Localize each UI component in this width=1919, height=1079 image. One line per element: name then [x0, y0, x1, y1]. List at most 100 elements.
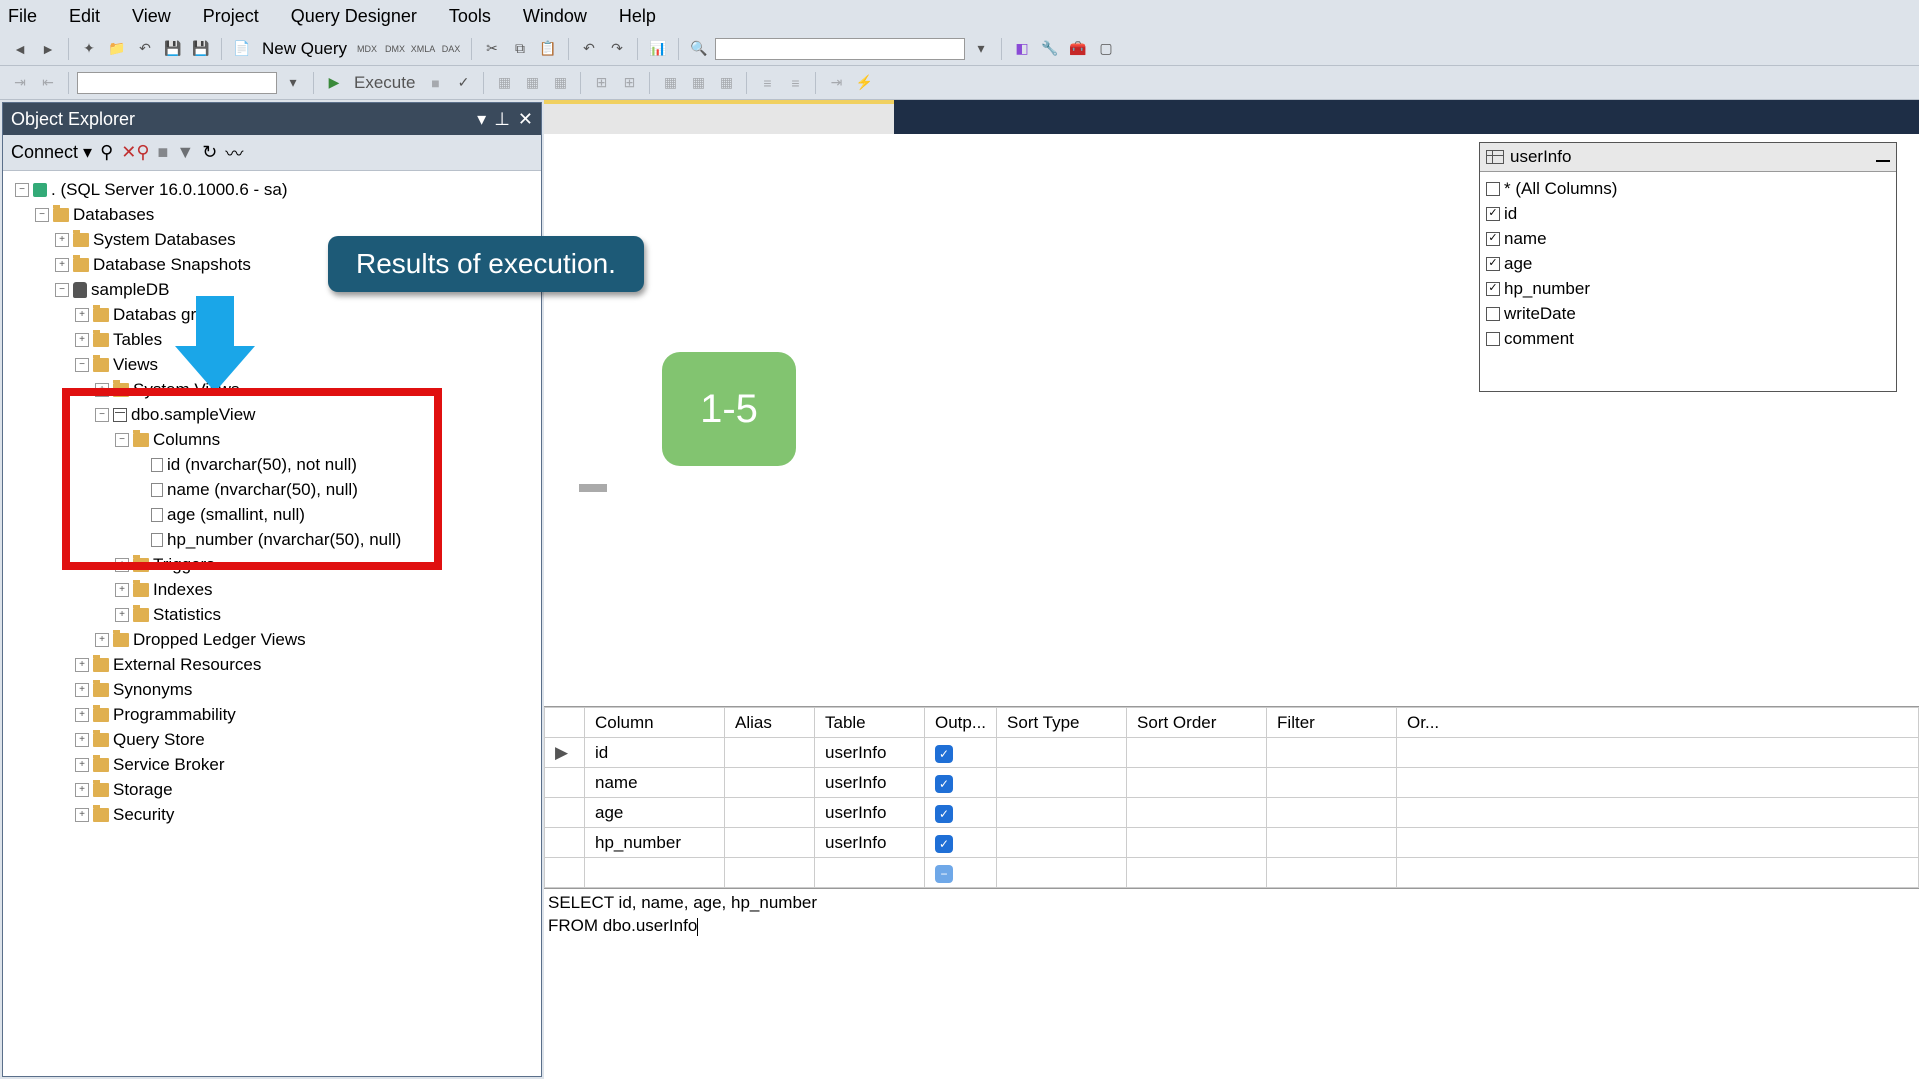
undo2-icon[interactable]: ↶	[577, 37, 601, 61]
col-hp-node[interactable]: hp_number (nvarchar(50), null)	[167, 527, 401, 552]
window-icon[interactable]: ▢	[1094, 37, 1118, 61]
refresh-icon[interactable]: ↻	[202, 142, 217, 163]
checkbox-comment[interactable]	[1486, 332, 1500, 346]
chart-icon[interactable]: 📊	[646, 37, 670, 61]
collapse-icon[interactable]: −	[95, 408, 109, 422]
tables-node[interactable]: Tables	[113, 327, 162, 352]
parse-icon[interactable]: ✓	[451, 71, 475, 95]
databases-node[interactable]: Databases	[73, 202, 154, 227]
find-icon[interactable]: 🔍	[687, 37, 711, 61]
expand-icon[interactable]: +	[75, 658, 89, 672]
header-alias[interactable]: Alias	[725, 708, 815, 738]
col-name-node[interactable]: name (nvarchar(50), null)	[167, 477, 358, 502]
output-checkbox[interactable]: ✓	[935, 835, 953, 853]
collapse-icon[interactable]: −	[75, 358, 89, 372]
output-checkbox[interactable]: ✓	[935, 805, 953, 823]
object-tree[interactable]: −. (SQL Server 16.0.1000.6 - sa) −Databa…	[3, 171, 541, 1076]
views-node[interactable]: Views	[113, 352, 158, 377]
header-sort-order[interactable]: Sort Order	[1127, 708, 1267, 738]
pin-icon[interactable]: ⊥	[494, 109, 510, 130]
synonyms-node[interactable]: Synonyms	[113, 677, 192, 702]
indexes-node[interactable]: Indexes	[153, 577, 213, 602]
col-id[interactable]: id	[1504, 201, 1517, 226]
cut-icon[interactable]: ✂	[480, 37, 504, 61]
collapse-icon[interactable]: −	[115, 433, 129, 447]
output-checkbox[interactable]: ✓	[935, 775, 953, 793]
sampledb-node[interactable]: sampleDB	[91, 277, 169, 302]
menu-window[interactable]: Window	[523, 6, 587, 27]
system-db-node[interactable]: System Databases	[93, 227, 236, 252]
checkbox-hp[interactable]	[1486, 282, 1500, 296]
statistics-node[interactable]: Statistics	[153, 602, 221, 627]
expand-icon[interactable]: +	[115, 608, 129, 622]
save-icon[interactable]: 💾	[161, 37, 185, 61]
ext-res-node[interactable]: External Resources	[113, 652, 261, 677]
paste-icon[interactable]: 📋	[536, 37, 560, 61]
undo-icon[interactable]: ↶	[133, 37, 157, 61]
expand-icon[interactable]: +	[115, 583, 129, 597]
expand-icon[interactable]: +	[75, 783, 89, 797]
connect-button[interactable]: Connect ▾	[11, 142, 92, 163]
expand-icon[interactable]: +	[115, 558, 129, 572]
expand-icon[interactable]: +	[75, 683, 89, 697]
checkbox-age[interactable]	[1486, 257, 1500, 271]
execute-play-icon[interactable]: ▶	[322, 71, 346, 95]
header-or[interactable]: Or...	[1397, 708, 1919, 738]
dropdown-icon[interactable]: ▾	[477, 109, 486, 130]
expand-icon[interactable]: +	[75, 708, 89, 722]
save-all-icon[interactable]: 💾	[189, 37, 213, 61]
criteria-row[interactable]: hp_numberuserInfo✓	[545, 828, 1919, 858]
wrench-icon[interactable]: 🔧	[1038, 37, 1062, 61]
minimize-icon[interactable]	[1876, 152, 1890, 162]
programmability-node[interactable]: Programmability	[113, 702, 236, 727]
table-titlebar[interactable]: userInfo	[1480, 143, 1896, 172]
checkbox-all[interactable]	[1486, 182, 1500, 196]
collapse-icon[interactable]: −	[35, 208, 49, 222]
combo-arrow-icon[interactable]: ▾	[281, 71, 305, 95]
header-output[interactable]: Outp...	[925, 708, 997, 738]
menu-help[interactable]: Help	[619, 6, 656, 27]
execute-button[interactable]: Execute	[350, 73, 419, 93]
expand-icon[interactable]: +	[55, 233, 69, 247]
checkbox-writedate[interactable]	[1486, 307, 1500, 321]
col-all[interactable]: * (All Columns)	[1504, 176, 1617, 201]
checkbox-name[interactable]	[1486, 232, 1500, 246]
db-combo[interactable]	[77, 72, 277, 94]
nav-back-icon[interactable]: ◄	[8, 37, 32, 61]
triggers-node[interactable]: Triggers	[153, 552, 215, 577]
storage-node[interactable]: Storage	[113, 777, 173, 802]
header-filter[interactable]: Filter	[1267, 708, 1397, 738]
checkbox-id[interactable]	[1486, 207, 1500, 221]
service-broker-node[interactable]: Service Broker	[113, 752, 224, 777]
search-input[interactable]	[715, 38, 965, 60]
expand-icon[interactable]: +	[75, 733, 89, 747]
server-node[interactable]: . (SQL Server 16.0.1000.6 - sa)	[51, 177, 288, 202]
criteria-row[interactable]: ▶iduserInfo✓	[545, 738, 1919, 768]
expand-icon[interactable]: +	[75, 333, 89, 347]
output-checkbox[interactable]: ✓	[935, 745, 953, 763]
output-checkbox[interactable]: −	[935, 865, 953, 883]
filter-icon[interactable]: ▼	[176, 142, 194, 163]
query-store-node[interactable]: Query Store	[113, 727, 205, 752]
col-id-node[interactable]: id (nvarchar(50), not null)	[167, 452, 357, 477]
snapshots-node[interactable]: Database Snapshots	[93, 252, 251, 277]
new-query-icon[interactable]: 📄	[230, 37, 254, 61]
disconnect-icon[interactable]: ⚲	[100, 142, 113, 163]
menu-view[interactable]: View	[132, 6, 171, 27]
criteria-row[interactable]: nameuserInfo✓	[545, 768, 1919, 798]
header-table[interactable]: Table	[815, 708, 925, 738]
header-sort-type[interactable]: Sort Type	[997, 708, 1127, 738]
open-icon[interactable]: 📁	[105, 37, 129, 61]
sql-pane[interactable]: SELECT id, name, age, hp_number FROM dbo…	[544, 888, 1919, 1079]
expand-icon[interactable]: +	[75, 808, 89, 822]
new-item-icon[interactable]: ✦	[77, 37, 101, 61]
connect-icon[interactable]: ⚡	[852, 71, 876, 95]
header-column[interactable]: Column	[585, 708, 725, 738]
col-hp[interactable]: hp_number	[1504, 276, 1590, 301]
expand-icon[interactable]: +	[95, 383, 109, 397]
columns-node[interactable]: Columns	[153, 427, 220, 452]
security-node[interactable]: Security	[113, 802, 174, 827]
disconnect-x-icon[interactable]: ✕⚲	[121, 142, 149, 163]
collapse-icon[interactable]: −	[55, 283, 69, 297]
menu-edit[interactable]: Edit	[69, 6, 100, 27]
